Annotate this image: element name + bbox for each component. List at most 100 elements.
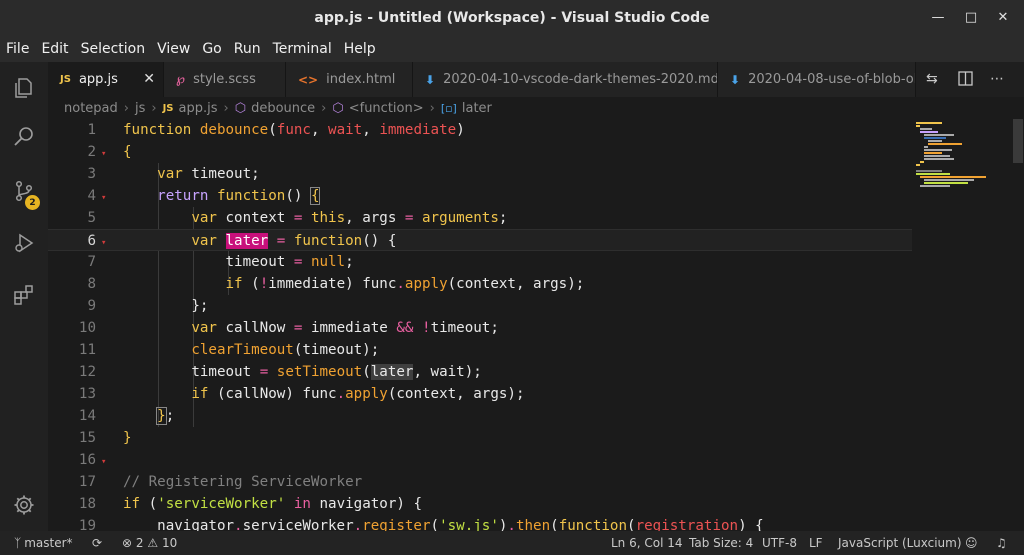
menu-run[interactable]: Run bbox=[228, 38, 267, 62]
line-number: 7 bbox=[87, 254, 96, 270]
variable-icon: [▫] bbox=[440, 101, 457, 115]
tab-bar: JS app.js ✕ ℘ style.scss <> index.html ⬇… bbox=[48, 62, 1024, 97]
editor-actions: ⇆ ⋯ bbox=[916, 62, 1024, 97]
close-window-button[interactable]: ✕ bbox=[994, 10, 1012, 25]
code-line: 3 var timeout; bbox=[48, 163, 912, 185]
menu-edit[interactable]: Edit bbox=[35, 38, 74, 62]
method-icon: ⬡ bbox=[332, 100, 344, 116]
scm-badge: 2 bbox=[25, 195, 40, 210]
tab-app-js[interactable]: JS app.js ✕ bbox=[48, 62, 164, 97]
line-number: 10 bbox=[78, 320, 96, 336]
title-bar: app.js - Untitled (Workspace) - Visual S… bbox=[0, 0, 1024, 38]
error-icon: ⊗ bbox=[122, 536, 133, 550]
menu-selection[interactable]: Selection bbox=[75, 38, 152, 62]
extensions-button[interactable] bbox=[0, 271, 48, 319]
line-number: 15 bbox=[78, 430, 96, 446]
code-line: 14 }; bbox=[48, 405, 912, 427]
problems-status[interactable]: ⊗ 2 ⚠ 10 bbox=[122, 536, 177, 550]
search-button[interactable] bbox=[0, 113, 48, 161]
line-number: 4 bbox=[87, 188, 96, 204]
line-number: 17 bbox=[78, 474, 96, 490]
code-line: 9 }; bbox=[48, 295, 912, 317]
breadcrumb-symbol-debounce[interactable]: debounce bbox=[251, 101, 315, 116]
fold-icon[interactable]: ▾ bbox=[101, 187, 106, 209]
js-file-icon: JS bbox=[60, 74, 71, 85]
fold-icon[interactable]: ▾ bbox=[101, 451, 106, 473]
run-debug-button[interactable] bbox=[0, 219, 48, 267]
gear-icon bbox=[14, 495, 34, 515]
minimize-button[interactable]: — bbox=[929, 10, 947, 25]
line-number: 13 bbox=[78, 386, 96, 402]
encoding[interactable]: UTF-8 bbox=[762, 536, 797, 550]
line-number: 19 bbox=[78, 518, 96, 531]
line-number: 14 bbox=[78, 408, 96, 424]
code-line: 18 if ('serviceWorker' in navigator) { bbox=[48, 493, 912, 515]
vertical-scrollbar[interactable] bbox=[1010, 119, 1024, 531]
tab-dark-themes-md[interactable]: ⬇ 2020-04-10-vscode-dark-themes-2020.md bbox=[413, 62, 718, 97]
line-number: 16 bbox=[78, 452, 96, 468]
markdown-icon: ⬇ bbox=[425, 72, 436, 87]
cursor-position[interactable]: Ln 6, Col 14 bbox=[611, 536, 683, 550]
line-ending[interactable]: LF bbox=[809, 536, 823, 550]
tab-size[interactable]: Tab Size: 4 bbox=[689, 536, 753, 550]
split-editor-icon[interactable] bbox=[958, 71, 973, 90]
tab-label: 2020-04-10-vscode-dark-themes-2020.md bbox=[443, 72, 718, 87]
status-bar: ᛉ master* ⟳ ⊗ 2 ⚠ 10 Ln 6, Col 14 Tab Siz… bbox=[0, 531, 1024, 555]
code-line: 2 ▾{ bbox=[48, 141, 912, 163]
tab-style-scss[interactable]: ℘ style.scss bbox=[164, 62, 286, 97]
scrollbar-thumb[interactable] bbox=[1013, 119, 1023, 163]
minimap[interactable] bbox=[912, 119, 1008, 531]
line-number: 9 bbox=[87, 298, 96, 314]
line-number: 3 bbox=[87, 166, 96, 182]
open-changes-icon[interactable]: ⇆ bbox=[926, 71, 938, 87]
code-line: 8 if (!immediate) func.apply(context, ar… bbox=[48, 273, 912, 295]
files-icon bbox=[15, 78, 32, 98]
window-title: app.js - Untitled (Workspace) - Visual S… bbox=[314, 10, 710, 26]
more-actions-icon[interactable]: ⋯ bbox=[990, 71, 1004, 87]
line-number: 2 bbox=[87, 144, 96, 160]
source-control-button[interactable]: 2 bbox=[0, 167, 48, 215]
close-tab-icon[interactable]: ✕ bbox=[143, 71, 155, 87]
tab-label: index.html bbox=[326, 72, 396, 87]
code-line: 7 timeout = null; bbox=[48, 251, 912, 273]
menu-go[interactable]: Go bbox=[196, 38, 227, 62]
debug-icon bbox=[15, 233, 34, 253]
menu-help[interactable]: Help bbox=[338, 38, 382, 62]
maximize-button[interactable]: □ bbox=[962, 10, 980, 25]
branch-icon: ᛉ bbox=[14, 536, 22, 550]
code-line-current: 6 ▾ var later = function() { bbox=[48, 229, 912, 251]
menu-view[interactable]: View bbox=[151, 38, 196, 62]
js-file-icon: JS bbox=[162, 102, 174, 114]
explorer-button[interactable] bbox=[0, 64, 48, 112]
scss-icon: ℘ bbox=[176, 72, 186, 87]
breadcrumb-file[interactable]: app.js bbox=[179, 101, 218, 116]
chevron-right-icon: › bbox=[123, 100, 129, 116]
activity-bar: 2 bbox=[0, 62, 48, 531]
markdown-icon: ⬇ bbox=[730, 72, 741, 87]
code-editor[interactable]: 1 function debounce(func, wait, immediate… bbox=[48, 119, 1024, 531]
line-number: 12 bbox=[78, 364, 96, 380]
language-mode[interactable]: JavaScript (Luxcium) bbox=[838, 536, 962, 550]
warning-icon: ⚠ bbox=[147, 536, 159, 550]
git-branch-status[interactable]: ᛉ master* bbox=[14, 536, 73, 550]
code-line: 16 ▾ bbox=[48, 449, 912, 471]
breadcrumb-folder-js[interactable]: js bbox=[135, 101, 145, 116]
line-number: 8 bbox=[87, 276, 96, 292]
line-number: 1 bbox=[87, 122, 96, 138]
code-line: 5 var context = this, args = arguments; bbox=[48, 207, 912, 229]
breadcrumb-folder-notepad[interactable]: notepad bbox=[64, 101, 118, 116]
breadcrumb-symbol-function[interactable]: <function> bbox=[349, 101, 424, 116]
feedback-icon[interactable]: ☺ bbox=[965, 536, 978, 550]
menu-bar: File Edit Selection View Go Run Terminal… bbox=[0, 38, 1024, 62]
code-line: 1 function debounce(func, wait, immediate… bbox=[48, 119, 912, 141]
menu-terminal[interactable]: Terminal bbox=[267, 38, 338, 62]
tab-index-html[interactable]: <> index.html bbox=[286, 62, 413, 97]
menu-file[interactable]: File bbox=[0, 38, 35, 62]
sync-icon[interactable]: ⟳ bbox=[92, 536, 102, 550]
tab-blob-md[interactable]: ⬇ 2020-04-08-use-of-blob-obje bbox=[718, 62, 916, 97]
fold-icon[interactable]: ▾ bbox=[101, 143, 106, 165]
breadcrumb-symbol-later[interactable]: later bbox=[462, 101, 492, 116]
settings-button[interactable] bbox=[0, 481, 48, 529]
bell-icon[interactable]: ♫ bbox=[996, 536, 1007, 550]
tab-label: app.js bbox=[78, 72, 118, 87]
